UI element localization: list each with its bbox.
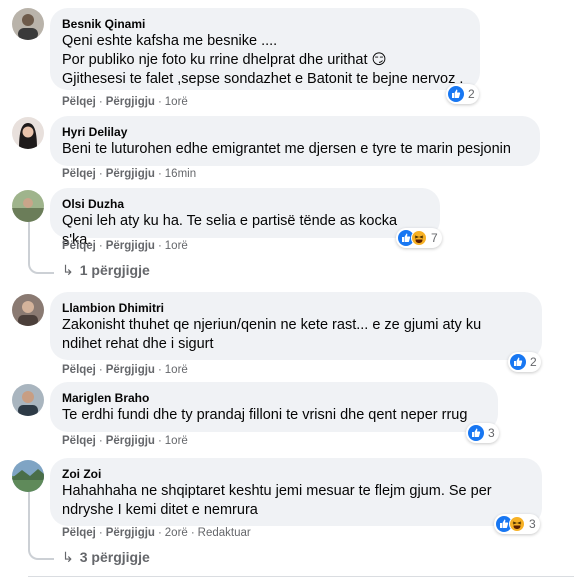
comment-actions: Pëlqej · Përgjigju · 1orë <box>62 96 188 108</box>
comment-bubble: Besnik Qinami Qeni eshte kafsha me besni… <box>50 8 480 90</box>
comment-bubble: Olsi Duzha Qeni leh aty ku ha. Te selia … <box>50 188 440 248</box>
replies-count: 3 përgjigje <box>79 549 150 565</box>
like-button[interactable]: Pëlqej <box>62 240 96 252</box>
reaction-count: 2 <box>468 87 475 101</box>
comment-actions: Pëlqej · Përgjigju · 1orë <box>62 240 188 252</box>
separator: · <box>98 240 103 252</box>
reply-button[interactable]: Përgjigju <box>106 364 155 376</box>
thread-connector <box>28 262 54 274</box>
thread-line <box>28 222 30 264</box>
comment-text: Hahahhaha ne shqiptaret keshtu jemi mesu… <box>62 483 492 518</box>
reply-arrow-icon: ↳ <box>62 549 74 565</box>
like-button[interactable]: Pëlqej <box>62 364 96 376</box>
comment-bubble: Llambion Dhimitri Zakonisht thuhet qe nj… <box>50 292 542 360</box>
avatar[interactable] <box>12 294 44 326</box>
comment-time[interactable]: 1orë <box>165 364 188 376</box>
reply-arrow-icon: ↳ <box>62 262 74 278</box>
comment-author[interactable]: Zoi Zoi <box>62 466 530 482</box>
separator: · <box>157 96 162 108</box>
reaction-count: 2 <box>530 355 537 369</box>
reply-button[interactable]: Përgjigju <box>106 240 155 252</box>
comment-time[interactable]: 1orë <box>165 96 188 108</box>
comment-author[interactable]: Olsi Duzha <box>62 196 428 212</box>
edited-label[interactable]: Redaktuar <box>198 527 251 539</box>
separator: · <box>157 240 162 252</box>
replies-count: 1 përgjigje <box>79 262 150 278</box>
comment-text: Te erdhi fundi dhe ty prandaj filloni te… <box>62 407 468 423</box>
comment-actions: Pëlqej · Përgjigju · 2orë · Redaktuar <box>62 527 251 539</box>
separator: · <box>190 527 195 539</box>
like-button[interactable]: Pëlqej <box>62 96 96 108</box>
comment-time[interactable]: 1orë <box>165 435 188 447</box>
comment-actions: Pëlqej · Përgjigju · 16min <box>62 168 196 180</box>
avatar[interactable] <box>12 460 44 492</box>
reaction-summary[interactable]: 2 <box>508 352 541 372</box>
reaction-count: 3 <box>488 426 495 440</box>
separator: · <box>157 364 162 376</box>
divider <box>28 576 574 577</box>
separator: · <box>98 527 103 539</box>
reaction-summary[interactable]: 2 <box>446 84 479 104</box>
like-icon <box>510 354 526 370</box>
separator: · <box>98 168 103 180</box>
separator: · <box>98 96 103 108</box>
separator: · <box>98 435 103 447</box>
reply-button[interactable]: Përgjigju <box>106 168 155 180</box>
view-replies-link[interactable]: ↳ 3 përgjigje <box>62 549 150 566</box>
comment-bubble: Zoi Zoi Hahahhaha ne shqiptaret keshtu j… <box>50 458 542 526</box>
reaction-summary[interactable]: 7 <box>396 228 442 248</box>
reaction-summary[interactable]: 3 <box>466 423 499 443</box>
comment-time[interactable]: 16min <box>165 168 196 180</box>
comment-time[interactable]: 2orë <box>165 527 188 539</box>
like-button[interactable]: Pëlqej <box>62 527 96 539</box>
comment-author[interactable]: Mariglen Braho <box>62 390 486 406</box>
comment-text: Beni te luturohen edhe emigrantet me dje… <box>62 141 511 157</box>
comment-author[interactable]: Hyri Delilay <box>62 124 528 140</box>
comment-text: Qeni eshte kafsha me besnike .... Por pu… <box>62 33 464 87</box>
like-icon <box>448 86 464 102</box>
comment-author[interactable]: Llambion Dhimitri <box>62 300 530 316</box>
like-icon <box>468 425 484 441</box>
separator: · <box>157 527 162 539</box>
like-button[interactable]: Pëlqej <box>62 168 96 180</box>
comment-time[interactable]: 1orë <box>165 240 188 252</box>
comment-actions: Pëlqej · Përgjigju · 1orë <box>62 435 188 447</box>
thread-connector <box>28 548 54 560</box>
comment-actions: Pëlqej · Përgjigju · 1orë <box>62 364 188 376</box>
comment-text: Zakonisht thuhet qe njeriun/qenin ne ket… <box>62 317 482 352</box>
thread-line <box>28 492 30 550</box>
reaction-summary[interactable]: 3 <box>494 514 540 534</box>
avatar[interactable] <box>12 8 44 40</box>
haha-icon <box>411 230 427 246</box>
comment-bubble: Mariglen Braho Te erdhi fundi dhe ty pra… <box>50 382 498 432</box>
view-replies-link[interactable]: ↳ 1 përgjigje <box>62 262 150 279</box>
reaction-count: 3 <box>529 517 536 531</box>
avatar[interactable] <box>12 384 44 416</box>
reply-button[interactable]: Përgjigju <box>106 527 155 539</box>
separator: · <box>157 435 162 447</box>
separator: · <box>157 168 162 180</box>
comment-bubble: Hyri Delilay Beni te luturohen edhe emig… <box>50 116 540 166</box>
reaction-count: 7 <box>431 231 438 245</box>
haha-icon <box>509 516 525 532</box>
avatar[interactable] <box>12 117 44 149</box>
separator: · <box>98 364 103 376</box>
avatar[interactable] <box>12 190 44 222</box>
comment-author[interactable]: Besnik Qinami <box>62 16 468 32</box>
reply-button[interactable]: Përgjigju <box>106 96 155 108</box>
like-button[interactable]: Pëlqej <box>62 435 96 447</box>
reply-button[interactable]: Përgjigju <box>106 435 155 447</box>
